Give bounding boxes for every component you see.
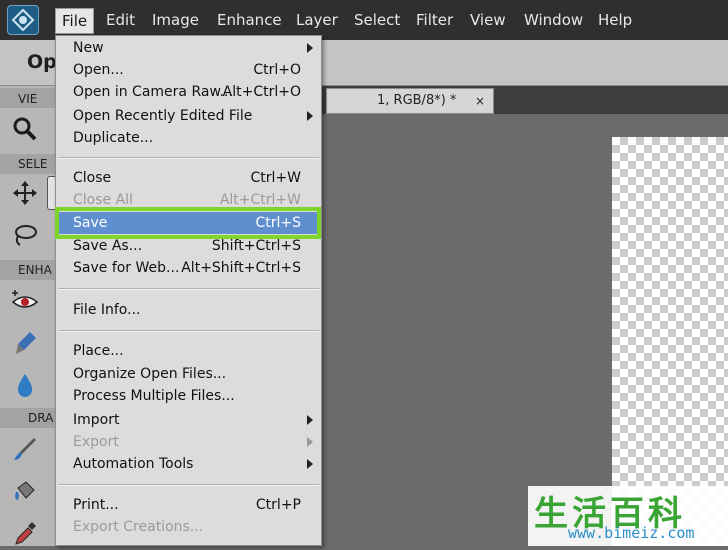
- menu-file[interactable]: File: [55, 8, 95, 34]
- submenu-arrow-icon: [307, 437, 313, 447]
- menu-item-automation-tools[interactable]: Automation Tools: [56, 453, 321, 475]
- menu-image[interactable]: Image: [146, 0, 205, 40]
- menu-item-export-creations: Export Creations...: [73, 519, 204, 535]
- paint-bucket-tool-icon[interactable]: [7, 474, 43, 508]
- section-label-select: SELE: [18, 157, 48, 171]
- app-logo-icon[interactable]: [7, 5, 39, 35]
- menu-item-export: Export: [56, 431, 321, 453]
- menu-item-new[interactable]: New: [56, 37, 321, 59]
- menu-layer[interactable]: Layer: [290, 0, 344, 40]
- menu-help[interactable]: Help: [592, 0, 638, 40]
- watermark: 生活百科 www.bimeiz.com: [528, 486, 728, 546]
- zoom-tool-icon[interactable]: [7, 112, 43, 146]
- mode-title[interactable]: Op: [27, 51, 57, 73]
- lasso-tool-icon[interactable]: [7, 218, 43, 252]
- menu-window[interactable]: Window: [518, 0, 589, 40]
- menu-separator: [58, 157, 319, 159]
- menu-filter[interactable]: Filter: [410, 0, 459, 40]
- tool-panel: VIE SELE ENHA DRA: [0, 86, 59, 546]
- eyedropper-tool-icon[interactable]: [7, 516, 43, 550]
- menu-item-close[interactable]: Close Ctrl+W: [56, 167, 321, 189]
- document-tab-label: 1, RGB/8*) *: [377, 93, 457, 108]
- menu-view[interactable]: View: [464, 0, 512, 40]
- menu-item-save[interactable]: Save Ctrl+S: [56, 212, 321, 234]
- menu-edit[interactable]: Edit: [100, 0, 141, 40]
- menu-separator: [58, 330, 319, 332]
- document-tab[interactable]: 1, RGB/8*) * ×: [326, 88, 494, 114]
- menu-bar: File Edit Image Enhance Layer Select Fil…: [0, 0, 728, 40]
- menu-item-process-multiple-files[interactable]: Process Multiple Files...: [56, 385, 321, 407]
- menu-enhance[interactable]: Enhance: [211, 0, 288, 40]
- close-icon[interactable]: ×: [475, 89, 485, 113]
- submenu-arrow-icon: [307, 459, 313, 469]
- transparent-canvas[interactable]: [612, 137, 728, 546]
- brush-tool-icon[interactable]: [7, 326, 43, 360]
- watermark-url: www.bimeiz.com: [568, 524, 695, 542]
- menu-item-open-recent[interactable]: Open Recently Edited File: [56, 105, 321, 127]
- menu-item-print[interactable]: Print... Ctrl+P: [56, 494, 321, 516]
- move-tool-icon[interactable]: [7, 176, 43, 210]
- menu-separator: [58, 288, 319, 290]
- red-eye-tool-icon[interactable]: [7, 284, 43, 318]
- menu-item-save-for-web[interactable]: Save for Web... Alt+Shift+Ctrl+S: [56, 257, 321, 279]
- submenu-arrow-icon: [307, 111, 313, 121]
- menu-item-duplicate[interactable]: Duplicate...: [56, 127, 321, 149]
- menu-item-file-info[interactable]: File Info...: [56, 299, 321, 321]
- section-label-draw: DRA: [28, 411, 54, 425]
- menu-item-open-camera-raw[interactable]: Open in Camera Raw... Alt+Ctrl+O: [56, 81, 321, 103]
- menu-item-organize-open-files[interactable]: Organize Open Files...: [56, 363, 321, 385]
- blur-tool-icon[interactable]: [7, 368, 43, 402]
- section-label-view: VIE: [18, 92, 38, 106]
- section-label-enhance: ENHA: [18, 263, 52, 277]
- menu-item-place[interactable]: Place...: [56, 340, 321, 362]
- paint-brush-tool-icon[interactable]: [7, 432, 43, 466]
- menu-item-save-as[interactable]: Save As... Shift+Ctrl+S: [56, 235, 321, 257]
- menu-separator: [58, 484, 319, 486]
- submenu-arrow-icon: [307, 415, 313, 425]
- menu-select[interactable]: Select: [348, 0, 406, 40]
- menu-item-open[interactable]: Open... Ctrl+O: [56, 59, 321, 81]
- menu-item-close-all: Close All Alt+Ctrl+W: [73, 192, 301, 208]
- file-menu-dropdown: New Open... Ctrl+O Open in Camera Raw... A…: [55, 35, 322, 546]
- submenu-arrow-icon: [307, 43, 313, 53]
- menu-item-import[interactable]: Import: [56, 409, 321, 431]
